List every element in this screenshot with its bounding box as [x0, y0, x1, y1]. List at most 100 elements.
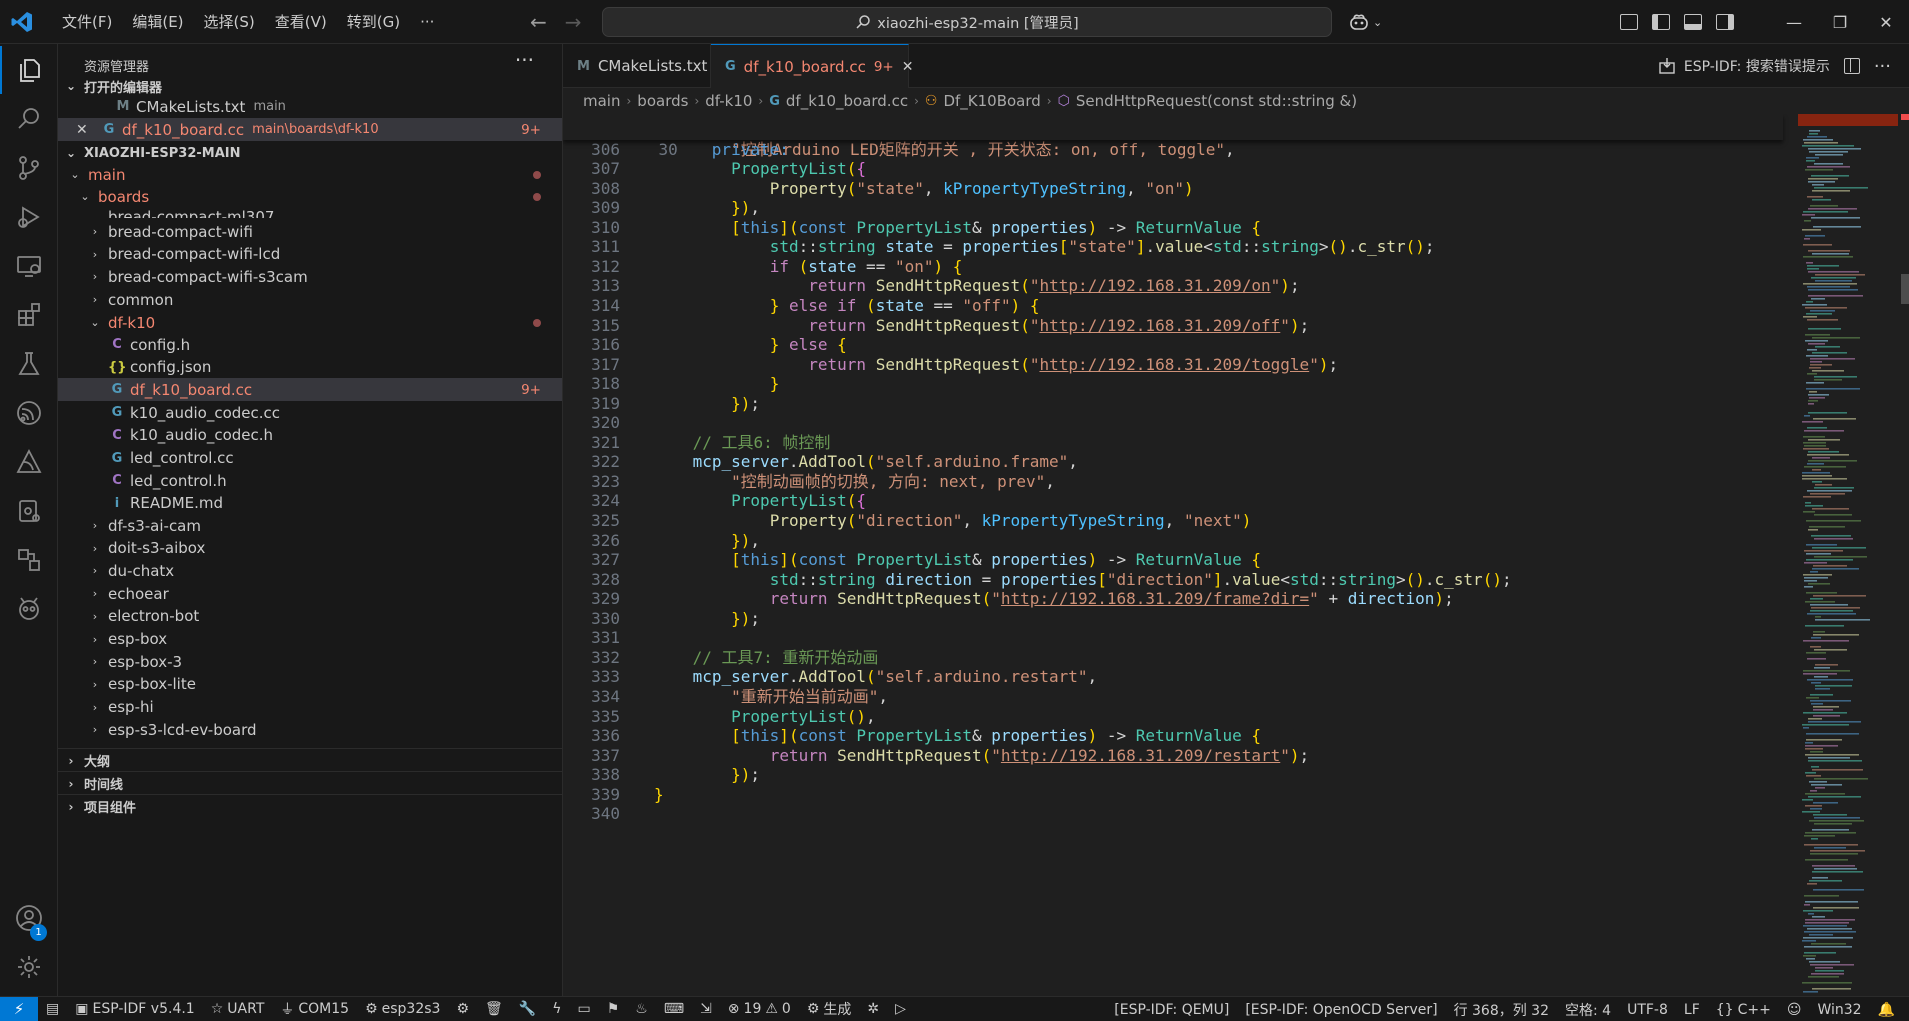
remote-explorer-icon[interactable] [0, 242, 58, 290]
tree-folder[interactable]: › bread-compact-wifi-lcd [58, 243, 562, 266]
manage-gear-icon[interactable] [0, 943, 58, 991]
tree-file[interactable]: {} config.json [58, 356, 562, 379]
close-tab-icon[interactable]: ✕ [902, 59, 914, 75]
breadcrumb-df-k10[interactable]: df-k10 [705, 92, 752, 110]
problems-status[interactable]: ⊗ 19 ⚠ 0 [720, 1001, 799, 1017]
espidf-search-error-button[interactable]: ESP-IDF: 搜索错误提示 [1658, 56, 1830, 76]
tree-folder[interactable]: › doit-s3-aibox [58, 537, 562, 560]
espressif-icon[interactable] [0, 389, 58, 437]
tab-cmakelists[interactable]: M CMakeLists.txt [563, 44, 711, 88]
tree-file[interactable]: Gled_control.cc [58, 447, 562, 470]
tree-folder-main[interactable]: ⌄ main [58, 163, 562, 186]
breadcrumb-main[interactable]: main [583, 92, 620, 110]
terminal-icon[interactable]: ⌨ [656, 1001, 692, 1017]
end-of-line[interactable]: LF [1676, 1002, 1708, 1018]
run-task-icon[interactable]: ⇲ [692, 1001, 720, 1017]
account-icon[interactable]: 1 [0, 894, 58, 942]
espidf-explorer-icon[interactable]: ▤ [38, 1001, 67, 1017]
close-window-icon[interactable]: ✕ [1863, 13, 1909, 32]
fire-icon[interactable]: ♨ [627, 1001, 656, 1017]
port-selector[interactable]: ⏚ COM15 [272, 999, 357, 1019]
breadcrumb-class[interactable]: Df_K10Board [943, 92, 1040, 110]
minimize-icon[interactable]: — [1771, 13, 1817, 32]
tree-file[interactable]: Gdf_k10_board.cc 9+ [58, 378, 562, 402]
run-debug-icon[interactable] [0, 193, 58, 241]
copilot-status-icon[interactable]: ☺ [1779, 1002, 1810, 1018]
indentation[interactable]: 空格: 4 [1557, 1000, 1619, 1020]
uart-selector[interactable]: ☆ UART [203, 1001, 273, 1017]
tree-folder[interactable]: › echoear [58, 582, 562, 605]
menu-file[interactable]: 文件(F) [52, 0, 122, 44]
close-icon[interactable]: ✕ [76, 122, 96, 138]
tree-file[interactable]: i README.md [58, 492, 562, 515]
breadcrumb-method[interactable]: SendHttpRequest(const std::string &) [1076, 92, 1357, 110]
platform-config[interactable]: Win32 [1809, 1002, 1869, 1018]
menu-view[interactable]: 查看(V) [265, 0, 337, 44]
more-actions-icon[interactable]: ··· [1874, 56, 1891, 77]
timeline-header[interactable]: › 时间线 [58, 771, 562, 795]
tree-folder[interactable]: › df-s3-ai-cam [58, 514, 562, 537]
monitor-icon[interactable]: ▭ [569, 1001, 598, 1017]
language-mode[interactable]: {} C++ [1708, 1002, 1779, 1018]
minimap[interactable] [1788, 114, 1898, 996]
explorer-icon[interactable] [0, 46, 58, 94]
tree-file[interactable]: Ck10_audio_codec.h [58, 424, 562, 447]
flash-icon[interactable]: ϟ [544, 1001, 569, 1017]
espidf-version[interactable]: ▣ ESP-IDF v5.4.1 [67, 1001, 202, 1017]
openocd-status[interactable]: [ESP-IDF: OpenOCD Server] [1237, 1002, 1445, 1018]
toggle-panel-icon[interactable] [1684, 14, 1702, 30]
menu-edit[interactable]: 编辑(E) [122, 0, 193, 44]
breadcrumb-boards[interactable]: boards [637, 92, 688, 110]
tree-file[interactable]: Cled_control.h [58, 469, 562, 492]
encoding[interactable]: UTF-8 [1619, 1002, 1676, 1018]
tree-folder[interactable]: › common [58, 288, 562, 311]
tree-folder[interactable]: › electron-bot [58, 605, 562, 628]
tree-folder[interactable]: › bread-compact-wifi-s3cam [58, 265, 562, 288]
breadcrumb-file[interactable]: df_k10_board.cc [786, 92, 908, 110]
source-control-icon[interactable] [0, 144, 58, 192]
menu-more[interactable]: ··· [410, 0, 444, 44]
mcp-icon[interactable] [0, 487, 58, 535]
tree-folder[interactable]: › esp-box-lite [58, 673, 562, 696]
menu-selection[interactable]: 选择(S) [194, 0, 265, 44]
tree-file[interactable]: Gk10_audio_codec.cc [58, 401, 562, 424]
tree-folder[interactable]: › esp-box [58, 628, 562, 651]
workspace-header[interactable]: ⌄ XIAOZHI-ESP32-MAIN [58, 141, 562, 165]
tree-folder[interactable]: › esp-box-3 [58, 650, 562, 673]
tree-folder-partial[interactable]: bread-compact-ml307 [58, 204, 562, 218]
build-button[interactable]: ⚙ 生成 [799, 999, 860, 1019]
more-actions-icon[interactable]: ··· [515, 48, 534, 72]
build-wrench-icon[interactable]: 🔧 [511, 1001, 544, 1017]
toggle-primary-sidebar-icon[interactable] [1652, 14, 1670, 30]
outline-header[interactable]: › 大纲 [58, 748, 562, 772]
full-clean-trash-icon[interactable]: 🗑 [477, 1001, 511, 1017]
search-icon[interactable] [0, 95, 58, 143]
containers-icon[interactable] [0, 536, 58, 584]
qemu-status[interactable]: [ESP-IDF: QEMU] [1106, 1002, 1237, 1018]
esp-idf-icon[interactable] [0, 438, 58, 486]
sdk-config-gear-icon[interactable]: ⚙ [448, 1001, 477, 1017]
tree-folder[interactable]: › bread-compact-wifi [58, 220, 562, 243]
debug-icon[interactable]: ⚑ [599, 1001, 628, 1017]
split-editor-icon[interactable] [1843, 58, 1860, 74]
sticky-scroll-line[interactable]: 30 private: [563, 114, 1783, 159]
extensions-icon[interactable] [0, 291, 58, 339]
tree-folder[interactable]: › esp-hi [58, 696, 562, 719]
copilot-button[interactable]: ⌄ [1348, 10, 1388, 34]
target-selector[interactable]: ⚙ esp32s3 [357, 1001, 448, 1017]
remote-indicator-icon[interactable]: ⚡ [0, 996, 38, 1021]
code-editor[interactable]: 30private: 305 mcp_server.AddTool("self.… [563, 114, 1909, 996]
tree-file[interactable]: Cconfig.h [58, 333, 562, 356]
debug-bug-icon[interactable]: ✲ [859, 1001, 887, 1017]
forward-arrow-icon[interactable]: → [565, 10, 582, 34]
command-center-search[interactable]: xiaozhi-esp32-main [管理员] [602, 7, 1332, 37]
restore-icon[interactable]: ❐ [1817, 13, 1863, 32]
vertical-scrollbar[interactable] [1899, 114, 1909, 996]
tree-folder[interactable]: › du-chatx [58, 559, 562, 582]
open-editor-df-k10-board[interactable]: ✕ G df_k10_board.cc main\boards\df-k10 9… [58, 118, 562, 141]
cursor-position[interactable]: 行 368，列 32 [1446, 1000, 1557, 1020]
tree-folder[interactable]: › esp-s3-lcd-ev-board [58, 718, 562, 741]
menu-go[interactable]: 转到(G) [337, 0, 410, 44]
open-editor-cmakelists[interactable]: M CMakeLists.txt main [58, 95, 562, 118]
run-icon[interactable]: ▷ [887, 1001, 914, 1017]
